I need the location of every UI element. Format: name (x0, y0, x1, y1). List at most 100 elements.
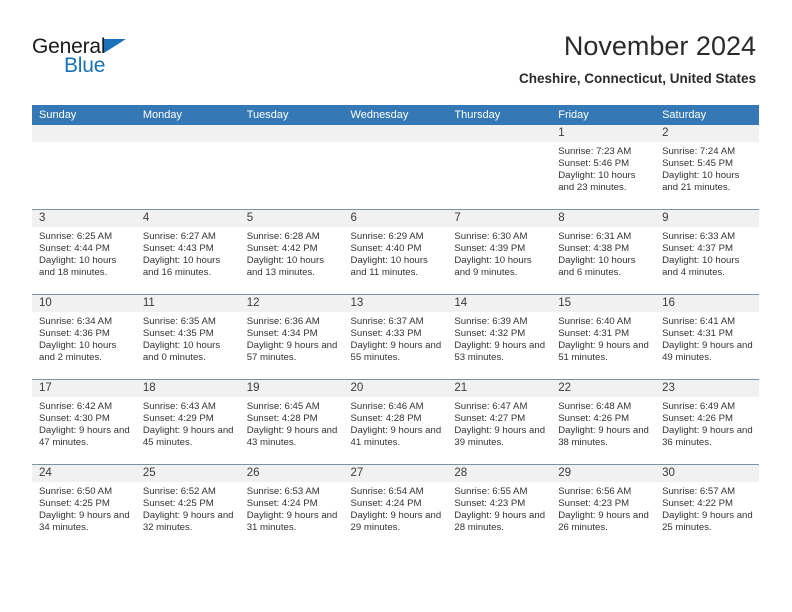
calendar-day-cell[interactable]: 17 Sunrise: 6:42 AM Sunset: 4:30 PM Dayligh… (32, 379, 136, 465)
calendar-day-cell[interactable]: 11 Sunrise: 6:35 AM Sunset: 4:35 PM Dayligh… (135, 294, 240, 380)
day-sun-info: Sunrise: 6:25 AM Sunset: 4:44 PM Daylight:… (32, 227, 136, 279)
sunset-text: Sunset: 5:45 PM (662, 158, 733, 170)
sunset-text: Sunset: 4:22 PM (662, 498, 733, 510)
day-sun-info: Sunrise: 6:46 AM Sunset: 4:28 PM Daylight:… (344, 397, 448, 449)
calendar-day-cell[interactable]: 4 Sunrise: 6:27 AM Sunset: 4:43 PM Daylight… (135, 209, 240, 295)
calendar-day-cell[interactable]: 23 Sunrise: 6:49 AM Sunset: 4:26 PM Dayligh… (655, 379, 759, 465)
calendar-day-cell[interactable]: 26 Sunrise: 6:53 AM Sunset: 4:24 PM Dayligh… (239, 464, 344, 549)
sunset-text: Sunset: 4:24 PM (246, 498, 318, 510)
calendar-day: 7 Sunrise: 6:30 AM Sunset: 4:39 PM Daylight… (447, 210, 552, 294)
calendar-day-empty (239, 125, 344, 209)
daylight-text: Daylight: 10 hours and 11 minutes. (350, 255, 428, 279)
calendar-day: 29 Sunrise: 6:56 AM Sunset: 4:23 PM Dayligh… (551, 465, 656, 549)
calendar-day-cell[interactable] (343, 125, 448, 210)
calendar-day: 6 Sunrise: 6:29 AM Sunset: 4:40 PM Daylight… (343, 210, 448, 294)
calendar-day-cell[interactable] (239, 125, 344, 210)
calendar-day-cell[interactable]: 19 Sunrise: 6:45 AM Sunset: 4:28 PM Dayligh… (239, 379, 344, 465)
sunset-text: Sunset: 4:26 PM (662, 413, 733, 425)
day-number: 20 (343, 380, 448, 397)
calendar-day: 16 Sunrise: 6:41 AM Sunset: 4:31 PM Dayligh… (655, 295, 759, 379)
day-number: 3 (32, 210, 136, 227)
calendar-day-cell[interactable]: 1 Sunrise: 7:23 AM Sunset: 5:46 PM Daylight… (551, 125, 656, 210)
day-sun-info: Sunrise: 6:43 AM Sunset: 4:29 PM Daylight:… (136, 397, 240, 449)
daylight-text: Daylight: 9 hours and 36 minutes. (662, 425, 753, 449)
sunset-text: Sunset: 4:27 PM (454, 413, 526, 425)
calendar-day-cell[interactable]: 24 Sunrise: 6:50 AM Sunset: 4:25 PM Dayligh… (32, 464, 136, 549)
calendar-day: 4 Sunrise: 6:27 AM Sunset: 4:43 PM Daylight… (135, 210, 240, 294)
calendar-day: 18 Sunrise: 6:43 AM Sunset: 4:29 PM Dayligh… (135, 380, 240, 464)
page-header: General Blue November 2024 Cheshire, Con… (0, 0, 792, 100)
calendar-day-cell[interactable] (135, 125, 240, 210)
calendar-day-cell[interactable]: 2 Sunrise: 7:24 AM Sunset: 5:45 PM Daylight… (655, 125, 759, 210)
sunset-text: Sunset: 5:46 PM (558, 158, 630, 170)
calendar-day-cell[interactable]: 12 Sunrise: 6:36 AM Sunset: 4:34 PM Dayligh… (239, 294, 344, 380)
calendar-day-cell[interactable]: 27 Sunrise: 6:54 AM Sunset: 4:24 PM Dayligh… (343, 464, 448, 549)
day-sun-info: Sunrise: 6:50 AM Sunset: 4:25 PM Daylight:… (32, 482, 136, 534)
calendar-day: 8 Sunrise: 6:31 AM Sunset: 4:38 PM Daylight… (551, 210, 656, 294)
day-number: 24 (32, 465, 136, 482)
daylight-text: Daylight: 9 hours and 55 minutes. (350, 340, 442, 364)
sunset-text: Sunset: 4:29 PM (142, 413, 214, 425)
sunrise-text: Sunrise: 6:42 AM (39, 401, 113, 412)
sunset-text: Sunset: 4:25 PM (142, 498, 214, 510)
calendar-day-cell[interactable]: 16 Sunrise: 6:41 AM Sunset: 4:31 PM Dayligh… (655, 294, 759, 380)
calendar-day-cell[interactable]: 20 Sunrise: 6:46 AM Sunset: 4:28 PM Dayligh… (343, 379, 448, 465)
calendar-day: 27 Sunrise: 6:54 AM Sunset: 4:24 PM Dayligh… (343, 465, 448, 549)
calendar-day: 25 Sunrise: 6:52 AM Sunset: 4:25 PM Dayligh… (135, 465, 240, 549)
day-sun-info: Sunrise: 6:47 AM Sunset: 4:27 PM Daylight:… (447, 397, 551, 449)
sunrise-text: Sunrise: 6:47 AM (454, 401, 528, 412)
day-number: 21 (447, 380, 552, 397)
calendar-day-cell[interactable]: 7 Sunrise: 6:30 AM Sunset: 4:39 PM Daylight… (447, 209, 552, 295)
calendar-day-cell[interactable]: 5 Sunrise: 6:28 AM Sunset: 4:42 PM Daylight… (239, 209, 344, 295)
calendar-day-cell[interactable]: 21 Sunrise: 6:47 AM Sunset: 4:27 PM Dayligh… (447, 379, 552, 465)
calendar-week-row: 17 Sunrise: 6:42 AM Sunset: 4:30 PM Dayligh… (32, 379, 759, 465)
day-number: 12 (239, 295, 344, 312)
daylight-text: Daylight: 9 hours and 25 minutes. (662, 510, 753, 534)
calendar-day-cell[interactable]: 9 Sunrise: 6:33 AM Sunset: 4:37 PM Daylight… (655, 209, 759, 295)
calendar-day-cell[interactable] (32, 125, 136, 210)
calendar-day: 9 Sunrise: 6:33 AM Sunset: 4:37 PM Daylight… (655, 210, 759, 294)
sunrise-text: Sunrise: 7:24 AM (662, 146, 736, 157)
day-number (447, 125, 552, 142)
sunrise-text: Sunrise: 6:57 AM (662, 486, 736, 497)
calendar-day-cell[interactable]: 22 Sunrise: 6:48 AM Sunset: 4:26 PM Dayligh… (551, 379, 656, 465)
calendar-day-cell[interactable]: 3 Sunrise: 6:25 AM Sunset: 4:44 PM Daylight… (32, 209, 136, 295)
day-sun-info: Sunrise: 6:39 AM Sunset: 4:32 PM Daylight:… (447, 312, 551, 364)
calendar-day: 1 Sunrise: 7:23 AM Sunset: 5:46 PM Daylight… (551, 125, 656, 209)
day-number: 30 (655, 465, 759, 482)
weekday-header-saturday: Saturday (655, 105, 759, 125)
calendar-day-cell[interactable]: 6 Sunrise: 6:29 AM Sunset: 4:40 PM Daylight… (343, 209, 448, 295)
calendar-day-cell[interactable]: 15 Sunrise: 6:40 AM Sunset: 4:31 PM Dayligh… (551, 294, 656, 380)
sunrise-text: Sunrise: 6:30 AM (454, 231, 528, 242)
day-sun-info: Sunrise: 6:56 AM Sunset: 4:23 PM Daylight:… (551, 482, 655, 534)
sunset-text: Sunset: 4:40 PM (350, 243, 422, 255)
day-sun-info: Sunrise: 6:35 AM Sunset: 4:35 PM Daylight:… (136, 312, 240, 364)
page-title: November 2024 (563, 31, 756, 61)
calendar-day-cell[interactable]: 10 Sunrise: 6:34 AM Sunset: 4:36 PM Dayligh… (32, 294, 136, 380)
calendar-day-cell[interactable]: 13 Sunrise: 6:37 AM Sunset: 4:33 PM Dayligh… (343, 294, 448, 380)
calendar-day-cell[interactable]: 30 Sunrise: 6:57 AM Sunset: 4:22 PM Dayligh… (655, 464, 759, 549)
calendar-week-row: 24 Sunrise: 6:50 AM Sunset: 4:25 PM Dayligh… (32, 464, 759, 549)
sunrise-text: Sunrise: 6:41 AM (662, 316, 736, 327)
calendar-day-cell[interactable]: 28 Sunrise: 6:55 AM Sunset: 4:23 PM Dayligh… (447, 464, 552, 549)
calendar-week-row: 1 Sunrise: 7:23 AM Sunset: 5:46 PM Daylight… (32, 125, 759, 210)
day-number: 23 (655, 380, 759, 397)
calendar-day-cell[interactable] (447, 125, 552, 210)
calendar-day: 24 Sunrise: 6:50 AM Sunset: 4:25 PM Dayligh… (32, 465, 136, 549)
day-number (135, 125, 240, 142)
calendar-day-cell[interactable]: 25 Sunrise: 6:52 AM Sunset: 4:25 PM Dayligh… (135, 464, 240, 549)
calendar-day-cell[interactable]: 8 Sunrise: 6:31 AM Sunset: 4:38 PM Daylight… (551, 209, 656, 295)
calendar-header-row: Sunday Monday Tuesday Wednesday Thursday… (32, 105, 759, 125)
day-number: 15 (551, 295, 656, 312)
calendar-day: 13 Sunrise: 6:37 AM Sunset: 4:33 PM Dayligh… (343, 295, 448, 379)
calendar-day: 26 Sunrise: 6:53 AM Sunset: 4:24 PM Dayligh… (239, 465, 344, 549)
sunset-text: Sunset: 4:42 PM (246, 243, 318, 255)
calendar-day-cell[interactable]: 29 Sunrise: 6:56 AM Sunset: 4:23 PM Dayligh… (551, 464, 656, 549)
logo-text-blue: Blue (64, 54, 106, 77)
sunrise-text: Sunrise: 6:56 AM (558, 486, 632, 497)
day-sun-info: Sunrise: 7:23 AM Sunset: 5:46 PM Daylight:… (551, 142, 655, 194)
calendar-day-cell[interactable]: 18 Sunrise: 6:43 AM Sunset: 4:29 PM Dayligh… (135, 379, 240, 465)
sunrise-text: Sunrise: 6:29 AM (350, 231, 424, 242)
calendar-day-cell[interactable]: 14 Sunrise: 6:39 AM Sunset: 4:32 PM Dayligh… (447, 294, 552, 380)
location-subtitle: Cheshire, Connecticut, United States (518, 71, 756, 86)
